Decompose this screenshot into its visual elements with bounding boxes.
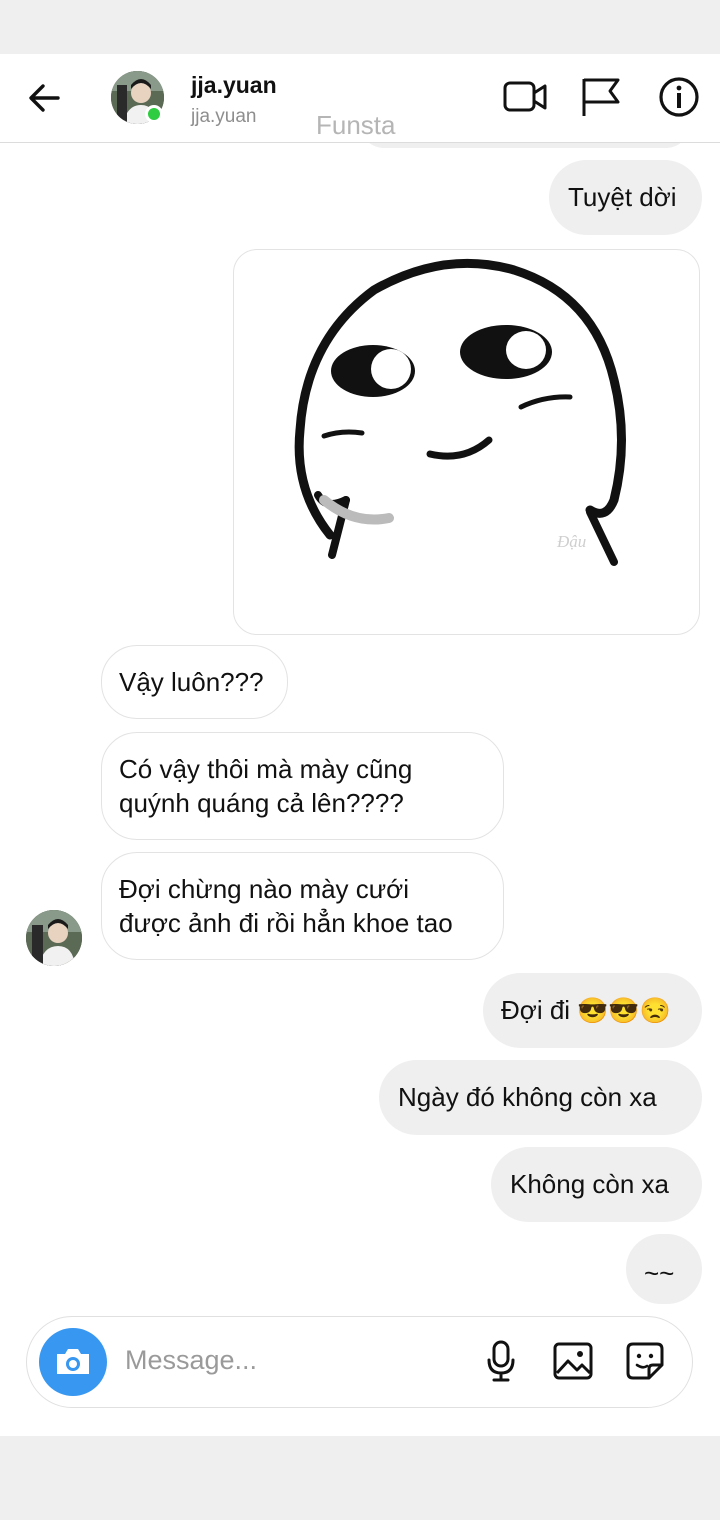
- message-text: ~~: [644, 1258, 675, 1288]
- message-text: Vậy luôn???: [119, 667, 264, 697]
- message-bubble-incoming[interactable]: Đợi chừng nào mày cưới được ảnh đi rồi h…: [101, 852, 504, 960]
- info-icon[interactable]: [656, 74, 702, 120]
- message-bubble-outgoing[interactable]: Tuyệt dời: [549, 160, 702, 235]
- sticker-image-message[interactable]: Đậu: [233, 249, 700, 635]
- contact-handle: jja.yuan: [191, 106, 257, 127]
- camera-button[interactable]: [39, 1328, 107, 1396]
- message-text-line: quýnh quáng cả lên????: [119, 788, 404, 818]
- message-bubble-incoming[interactable]: Vậy luôn???: [101, 645, 288, 719]
- gallery-icon[interactable]: [551, 1339, 595, 1383]
- video-call-icon[interactable]: [502, 74, 548, 120]
- flag-icon[interactable]: [578, 74, 624, 120]
- message-text-line: Có vậy thôi mà mày cũng: [119, 754, 413, 784]
- chat-screen: jja.yuan jja.yuan Funsta Tuyệt dời Đậu V…: [0, 54, 720, 1436]
- message-text: Đợi đi: [501, 995, 571, 1025]
- message-bubble-outgoing[interactable]: Không còn xa: [491, 1147, 702, 1222]
- message-bubble-outgoing[interactable]: ~~: [626, 1234, 702, 1304]
- message-text: Không còn xa: [510, 1169, 670, 1199]
- back-arrow-icon[interactable]: [24, 78, 64, 118]
- chat-header: jja.yuan jja.yuan Funsta: [0, 54, 720, 143]
- online-status-dot: [145, 105, 163, 123]
- watermark-text: Funsta: [316, 110, 396, 140]
- camera-icon: [57, 1349, 89, 1374]
- contact-username[interactable]: jja.yuan: [191, 72, 277, 99]
- message-text-line: Đợi chừng nào mày cưới: [119, 874, 410, 904]
- microphone-icon[interactable]: [479, 1339, 523, 1383]
- message-bubble-incoming[interactable]: Có vậy thôi mà mày cũng quýnh quáng cả l…: [101, 732, 504, 840]
- sticker-icon[interactable]: [623, 1339, 667, 1383]
- message-composer: Message...: [26, 1316, 693, 1408]
- message-bubble-outgoing[interactable]: Đợi đi 😎😎😒: [483, 973, 702, 1048]
- message-bubble-outgoing[interactable]: Ngày đó không còn xa: [379, 1060, 702, 1135]
- emoji-sequence: 😎😎😒: [577, 997, 671, 1025]
- sticker-signature: Đậu: [557, 532, 587, 551]
- sender-avatar[interactable]: [26, 910, 82, 966]
- system-status-area: [0, 0, 720, 54]
- message-input[interactable]: Message...: [125, 1345, 257, 1376]
- message-text: Tuyệt dời: [568, 182, 677, 212]
- message-text: Ngày đó không còn xa: [398, 1082, 657, 1112]
- message-text-line: được ảnh đi rồi hẳn khoe tao: [119, 908, 453, 938]
